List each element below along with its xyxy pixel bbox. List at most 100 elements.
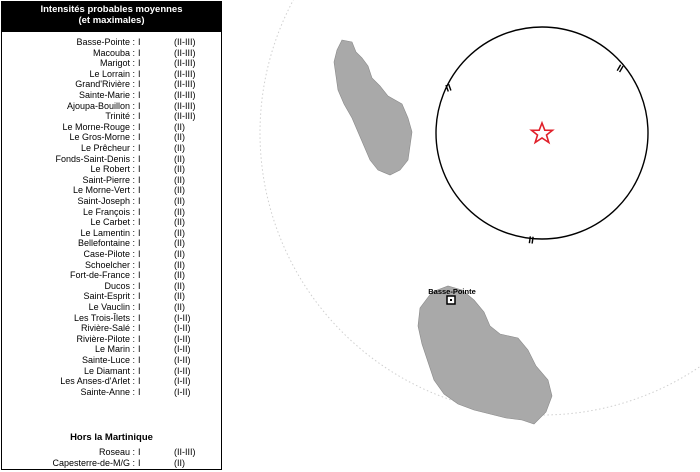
mean-intensity: I bbox=[138, 280, 141, 291]
mean-intensity: I bbox=[138, 37, 141, 47]
legend-row: Le Gros-Morne : I (II) bbox=[2, 132, 221, 143]
isoseismal-label: II bbox=[528, 235, 535, 247]
legend-row: Le Carbet : I (II) bbox=[2, 217, 221, 228]
max-intensity: (II) bbox=[174, 132, 185, 143]
place-name: Macouba : bbox=[92, 47, 135, 58]
place-name: Les Anses-d'Arlet : bbox=[60, 376, 135, 387]
mean-intensity: I bbox=[138, 312, 141, 323]
max-intensity: (II) bbox=[174, 291, 185, 302]
place-name: Le Morne-Vert : bbox=[72, 185, 135, 196]
legend-row: Saint-Pierre : I (II) bbox=[2, 175, 221, 186]
place-name: Bellefontaine : bbox=[77, 238, 135, 249]
max-intensity: (II) bbox=[174, 280, 185, 291]
place-name: Case-Pilote : bbox=[83, 249, 135, 259]
mean-intensity: I bbox=[138, 90, 141, 100]
mean-intensity: I bbox=[138, 302, 141, 312]
place-name: Basse-Pointe : bbox=[76, 37, 135, 47]
town-label: Basse-Pointe bbox=[428, 287, 476, 296]
mean-intensity: I bbox=[138, 100, 141, 111]
mean-intensity: I bbox=[138, 344, 141, 355]
max-intensity: (I-II) bbox=[174, 355, 191, 365]
legend-row: Basse-Pointe : I (II-III) bbox=[2, 37, 221, 48]
max-intensity: (II-III) bbox=[174, 90, 196, 100]
max-intensity: (II-III) bbox=[174, 100, 196, 111]
mean-intensity: I bbox=[138, 238, 141, 249]
mean-intensity: I bbox=[138, 217, 141, 228]
max-intensity: (I-II) bbox=[174, 386, 191, 397]
legend-row: Saint-Joseph : I (II) bbox=[2, 196, 221, 207]
legend-row: Le Lorrain : I (II-III) bbox=[2, 69, 221, 80]
max-intensity: (II) bbox=[174, 217, 185, 228]
mean-intensity: I bbox=[138, 227, 141, 238]
legend-row: Sainte-Marie : I (II-III) bbox=[2, 90, 221, 101]
mean-intensity: I bbox=[138, 164, 141, 175]
intensity-map: II II II Basse-Pointe bbox=[259, 0, 700, 425]
max-intensity: (II-III) bbox=[174, 111, 196, 122]
max-intensity: (II-III) bbox=[174, 47, 196, 58]
max-intensity: (I-II) bbox=[174, 365, 191, 376]
max-intensity: (II) bbox=[174, 143, 185, 153]
mean-intensity: I bbox=[138, 196, 141, 206]
legend-row: Le Prêcheur : I (II) bbox=[2, 143, 221, 154]
legend-row: Case-Pilote : I (II) bbox=[2, 249, 221, 260]
legend-row-outside: Capesterre-de-M/G : I (II) bbox=[2, 458, 221, 469]
legend-row: Le Morne-Rouge : I (II) bbox=[2, 122, 221, 133]
max-intensity: (II) bbox=[174, 153, 185, 164]
epicenter-star-icon bbox=[529, 120, 555, 145]
place-name: Ducos : bbox=[104, 280, 135, 291]
place-name: Le Gros-Morne : bbox=[69, 132, 135, 143]
max-intensity: (II-III) bbox=[174, 37, 196, 47]
max-intensity: (I-II) bbox=[174, 323, 191, 334]
legend-row: Le François : I (II) bbox=[2, 207, 221, 218]
place-name: Sainte-Marie : bbox=[78, 90, 135, 100]
legend-row: Grand'Rivière : I (II-III) bbox=[2, 79, 221, 90]
legend-row: Rivière-Pilote : I (I-II) bbox=[2, 334, 221, 345]
place-name: Sainte-Anne : bbox=[80, 386, 135, 397]
mean-intensity: I bbox=[138, 79, 141, 90]
legend-row: Marigot : I (II-III) bbox=[2, 58, 221, 69]
legend-row-outside: Roseau : I (II-III) bbox=[2, 447, 221, 458]
legend-row: Ducos : I (II) bbox=[2, 281, 221, 292]
legend-row: Les Trois-Îlets : I (I-II) bbox=[2, 313, 221, 324]
max-intensity: (II) bbox=[174, 206, 185, 217]
place-name: Capesterre-de-M/G : bbox=[52, 457, 135, 468]
mean-intensity: I bbox=[138, 447, 141, 457]
mean-intensity: I bbox=[138, 153, 141, 164]
mean-intensity: I bbox=[138, 58, 141, 69]
max-intensity: (I-II) bbox=[174, 312, 191, 323]
place-name: Le Morne-Rouge : bbox=[62, 121, 135, 132]
mean-intensity: I bbox=[138, 249, 141, 259]
legend-row: Le Marin : I (I-II) bbox=[2, 344, 221, 355]
max-intensity: (II-III) bbox=[174, 79, 196, 90]
legend-title-line2: (et maximales) bbox=[78, 15, 145, 26]
max-intensity: (II) bbox=[174, 270, 185, 281]
place-name: Le Vauclin : bbox=[88, 302, 135, 312]
max-intensity: (I-II) bbox=[174, 376, 191, 387]
legend-header: Intensités probables moyennes (et maxima… bbox=[2, 2, 221, 32]
legend-row: Le Diamant : I (I-II) bbox=[2, 366, 221, 377]
mean-intensity: I bbox=[138, 270, 141, 281]
mean-intensity: I bbox=[138, 333, 141, 344]
place-name: Fort-de-France : bbox=[69, 270, 135, 281]
legend-row: Le Vauclin : I (II) bbox=[2, 302, 221, 313]
hors-martinique-title: Hors la Martinique bbox=[70, 432, 153, 443]
max-intensity: (I-II) bbox=[174, 333, 191, 344]
isoseismal-label: II bbox=[615, 63, 626, 75]
place-name: Sainte-Luce : bbox=[81, 355, 135, 365]
max-intensity: (II) bbox=[174, 249, 185, 259]
max-intensity: (II-III) bbox=[174, 68, 196, 79]
place-name: Le Robert : bbox=[90, 164, 135, 175]
max-intensity: (II) bbox=[174, 196, 185, 206]
mean-intensity: I bbox=[138, 376, 141, 387]
dominica-island bbox=[333, 39, 413, 176]
place-name: Saint-Pierre : bbox=[82, 174, 135, 185]
legend-row: Le Robert : I (II) bbox=[2, 164, 221, 175]
place-name: Rivière-Pilote : bbox=[76, 333, 135, 344]
max-intensity: (II) bbox=[174, 174, 185, 185]
place-name: Le Marin : bbox=[94, 344, 135, 355]
isoseismal-circle-II bbox=[435, 26, 649, 240]
place-name: Saint-Esprit : bbox=[83, 291, 135, 302]
place-name: Le Lamentin : bbox=[80, 227, 135, 238]
place-name: Le François : bbox=[82, 206, 135, 217]
place-name: Trinité : bbox=[105, 111, 135, 122]
